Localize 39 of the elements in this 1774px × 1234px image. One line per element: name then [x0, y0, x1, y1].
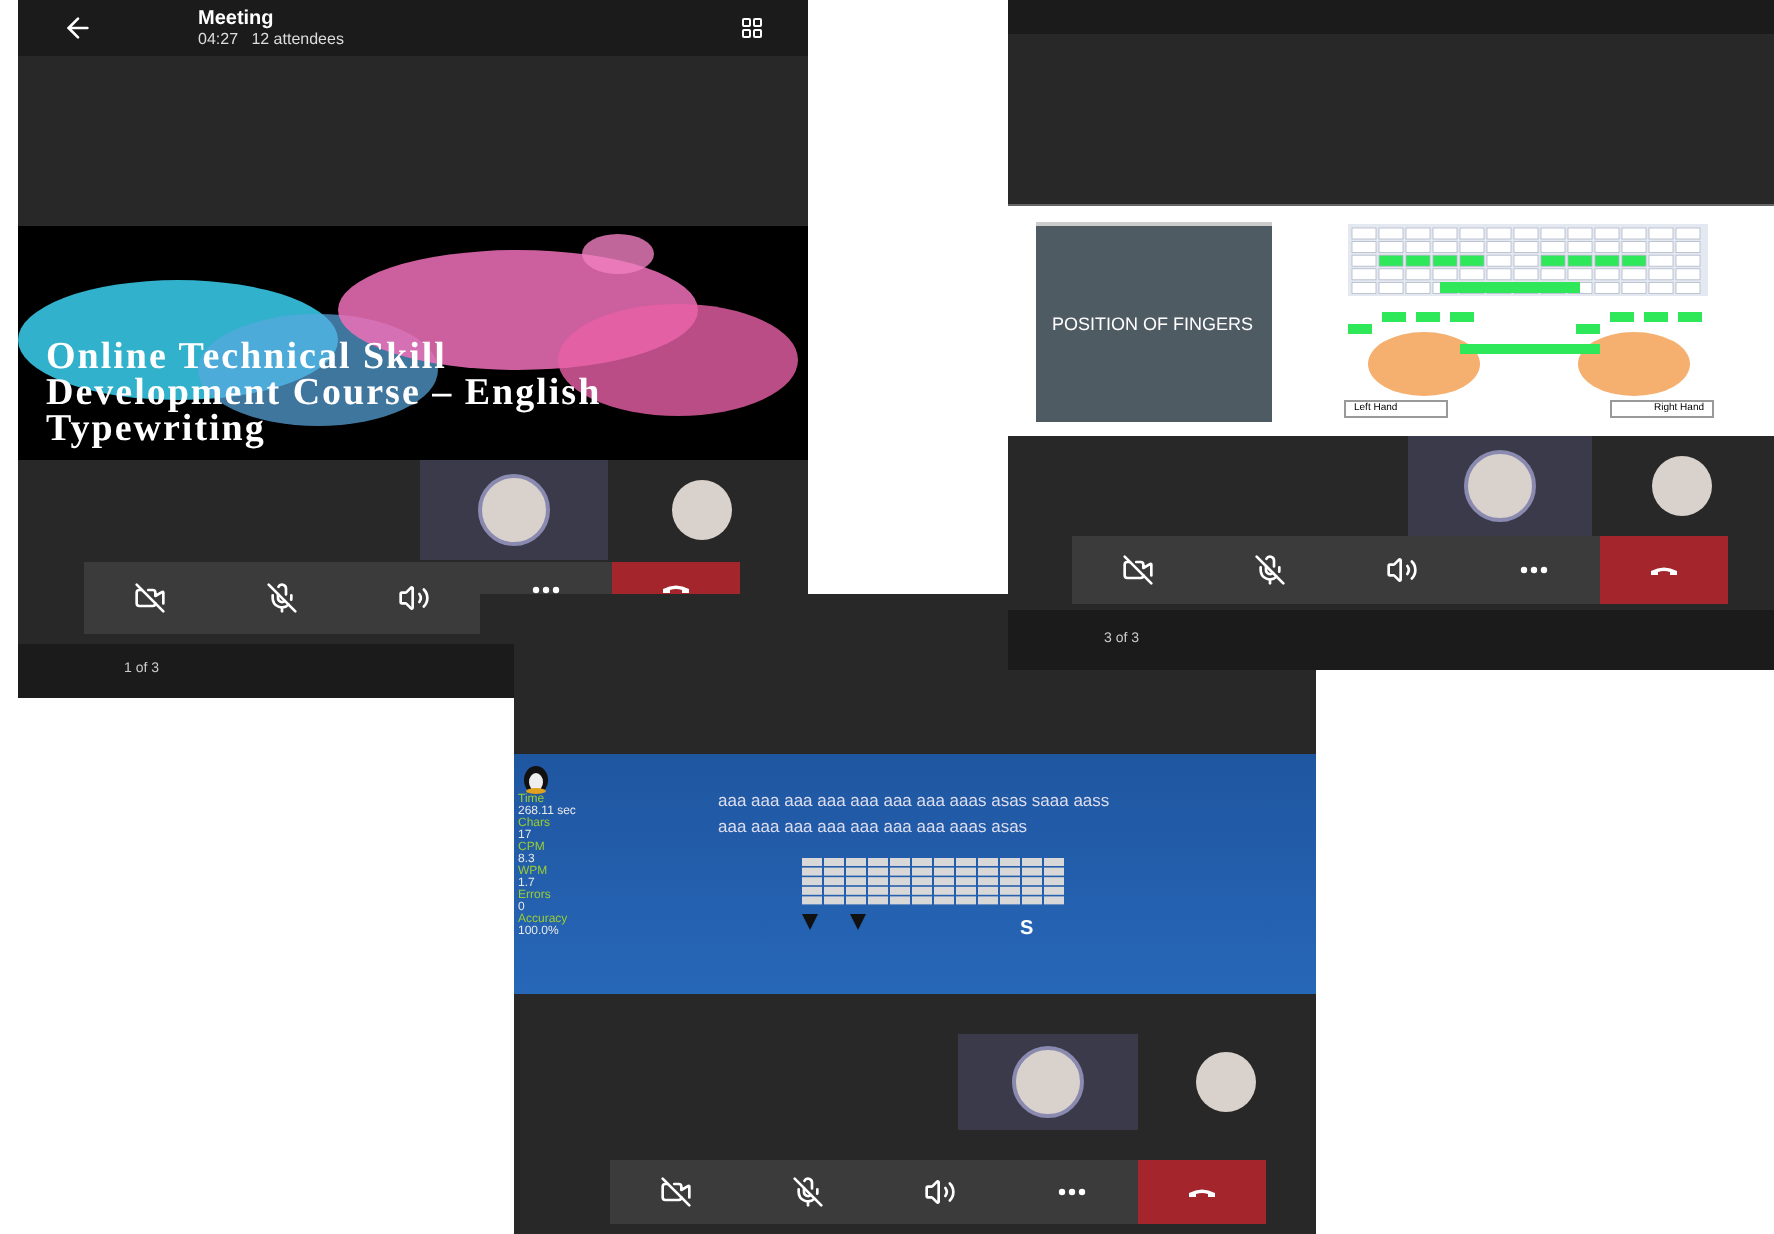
avatar — [672, 480, 732, 540]
camera-off-button[interactable] — [610, 1160, 742, 1224]
meeting-subtitle: 04:27 12 attendees — [198, 29, 346, 49]
participant-tile[interactable] — [1408, 436, 1591, 536]
practice-text: aaa aaa aaa aaa aaa aaa aaa aaas asas — [718, 816, 1028, 836]
more-button[interactable] — [480, 562, 612, 594]
speaker-icon — [1386, 554, 1418, 586]
penguin-icon — [520, 762, 552, 794]
camera-off-button[interactable] — [1072, 536, 1204, 604]
layout-icon[interactable] — [740, 16, 764, 40]
participant-tile[interactable] — [958, 1034, 1137, 1130]
hang-up-button[interactable] — [612, 562, 740, 594]
more-icon — [1520, 566, 1548, 574]
next-key: S — [1020, 914, 1034, 944]
hang-up-icon — [662, 584, 690, 594]
camera-off-icon — [1122, 554, 1154, 586]
mic-off-icon — [792, 1176, 824, 1208]
avatar — [1652, 456, 1713, 516]
avatar — [1011, 1046, 1084, 1118]
hang-up-icon — [1650, 565, 1678, 575]
avatar — [478, 474, 550, 546]
slide-title: POSITION OF FINGERS — [1052, 313, 1254, 333]
camera-off-button[interactable] — [84, 562, 216, 634]
avatar — [1196, 1052, 1257, 1112]
more-icon — [532, 586, 560, 594]
speaker-icon — [924, 1176, 956, 1208]
mic-off-icon — [266, 582, 298, 614]
participant-tile[interactable] — [420, 460, 608, 560]
practice-text: aaa aaa aaa aaa aaa aaa aaa aaas asas saaa aass — [718, 790, 1110, 810]
camera-off-icon — [660, 1176, 692, 1208]
more-icon — [1058, 1188, 1086, 1196]
back-icon[interactable] — [62, 12, 94, 44]
mic-off-icon — [1254, 554, 1286, 586]
avatar — [1463, 450, 1536, 522]
camera-off-icon — [134, 582, 166, 614]
speaker-button[interactable] — [348, 562, 480, 634]
meeting-title: Meeting — [198, 7, 276, 29]
speaker-icon — [398, 582, 430, 614]
hang-up-icon — [1188, 1187, 1216, 1197]
